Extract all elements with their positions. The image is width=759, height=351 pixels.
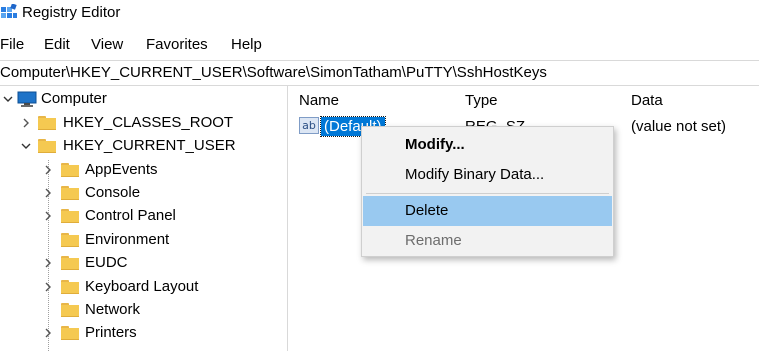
context-menu-delete[interactable]: Delete [363,196,612,226]
tree-item-computer[interactable]: Computer [0,88,280,111]
computer-icon [17,91,37,107]
tree-item-appevents[interactable]: AppEvents [0,159,280,182]
tree-item-environment[interactable]: Environment [0,229,280,252]
tree-item-label: HKEY_CLASSES_ROOT [63,114,234,131]
tree-item-console[interactable]: Console [0,182,280,205]
window-title: Registry Editor [22,4,121,21]
tree-item-label: Environment [85,231,170,248]
folder-icon [61,209,79,223]
tree-item-label: Printers [85,324,137,341]
context-menu-modify[interactable]: Modify... [363,130,612,160]
title-bar: Registry Editor [0,0,759,30]
chevron-right-icon[interactable] [20,117,32,129]
chevron-right-icon[interactable] [42,210,54,222]
column-header-data[interactable]: Data [631,92,663,109]
context-menu-modify-binary[interactable]: Modify Binary Data... [363,160,612,190]
folder-icon [38,139,56,153]
context-menu-rename[interactable]: Rename [363,226,612,256]
folder-icon [61,303,79,317]
column-header-name[interactable]: Name [299,92,339,109]
context-menu-label: Modify Binary Data... [405,166,545,183]
chevron-right-icon[interactable] [42,164,54,176]
folder-icon [61,233,79,247]
context-menu-label: Modify... [405,136,465,153]
registry-editor-icon [1,4,17,18]
string-value-icon: ab [299,117,319,134]
tree-item-label: Keyboard Layout [85,278,199,295]
value-data[interactable]: (value not set) [631,118,726,135]
tree-item-hkey-current-user[interactable]: HKEY_CURRENT_USER [0,135,280,158]
menu-file[interactable]: File [0,36,24,53]
menu-help[interactable]: Help [231,36,262,53]
menu-view[interactable]: View [91,36,123,53]
chevron-down-icon[interactable] [2,93,14,105]
tree-item-control-panel[interactable]: Control Panel [0,205,280,228]
tree-item-printers[interactable]: Printers [0,322,280,345]
menu-favorites[interactable]: Favorites [146,36,208,53]
chevron-right-icon[interactable] [42,187,54,199]
tree-item-network[interactable]: Network [0,299,280,322]
tree-item-eudc[interactable]: EUDC [0,252,280,275]
tree-item-hkey-classes-root[interactable]: HKEY_CLASSES_ROOT [0,112,280,135]
tree-item-keyboard-layout[interactable]: Keyboard Layout [0,276,280,299]
context-menu-label: Delete [405,202,449,219]
folder-icon [61,280,79,294]
address-path[interactable]: Computer\HKEY_CURRENT_USER\Software\Simo… [0,64,547,81]
tree-item-label: Console [85,184,141,201]
context-menu-label: Rename [405,232,462,249]
menu-edit[interactable]: Edit [44,36,70,53]
folder-icon [61,326,79,340]
context-menu: Modify... Modify Binary Data... Delete R… [361,126,614,257]
folder-icon [61,163,79,177]
tree-item-label: EUDC [85,254,128,271]
context-menu-separator [366,193,609,194]
chevron-right-icon[interactable] [42,281,54,293]
column-header-type[interactable]: Type [465,92,498,109]
tree-item-label: Control Panel [85,207,176,224]
chevron-right-icon[interactable] [42,257,54,269]
folder-icon [61,256,79,270]
tree-item-label: Computer [41,90,107,107]
folder-icon [38,116,56,130]
tree-item-label: HKEY_CURRENT_USER [63,137,236,154]
tree-item-label: Network [85,301,141,318]
address-bar[interactable]: Computer\HKEY_CURRENT_USER\Software\Simo… [0,60,759,86]
tree-item-label: AppEvents [85,161,158,178]
chevron-right-icon[interactable] [42,327,54,339]
folder-icon [61,186,79,200]
chevron-down-icon[interactable] [20,140,32,152]
